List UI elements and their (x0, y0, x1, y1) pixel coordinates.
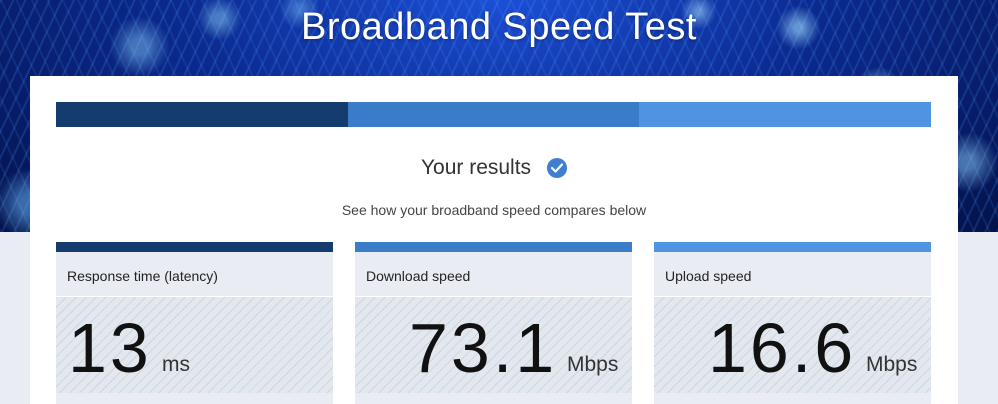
metric-unit: ms (162, 353, 190, 376)
results-subtitle: See how your broadband speed compares be… (341, 202, 647, 218)
results-title: Your results (420, 156, 532, 179)
progress-segment-download (347, 102, 640, 127)
metric-label: Upload speed (665, 268, 752, 284)
progress-segment-upload (639, 102, 932, 127)
metric-upload: Upload speed 16.6 Mbps (654, 242, 931, 404)
metric-value-area: 73.1 Mbps (355, 296, 632, 393)
results-card: Your results See how your broadband spee… (30, 76, 958, 404)
progress-segment-latency (56, 102, 348, 127)
metric-label: Download speed (366, 268, 471, 284)
metric-color-bar (654, 242, 931, 252)
check-circle-icon (547, 158, 568, 178)
metric-download: Download speed 73.1 Mbps (355, 242, 632, 404)
metric-value: 16.6 (708, 309, 857, 387)
metric-unit: Mbps (866, 353, 918, 376)
metric-color-bar (355, 242, 632, 252)
results-heading: Your results (30, 156, 958, 180)
metric-latency: Response time (latency) 13 ms (56, 242, 333, 404)
metric-value: 13 (68, 309, 152, 387)
metric-label: Response time (latency) (67, 268, 218, 284)
metric-value-area: 13 ms (56, 296, 333, 393)
metric-value-area: 16.6 Mbps (654, 296, 931, 393)
page-title: Broadband Speed Test (301, 6, 697, 48)
metric-color-bar (56, 242, 333, 252)
metric-value: 73.1 (409, 309, 558, 387)
metric-unit: Mbps (567, 353, 619, 376)
test-progress-bar (56, 102, 932, 127)
